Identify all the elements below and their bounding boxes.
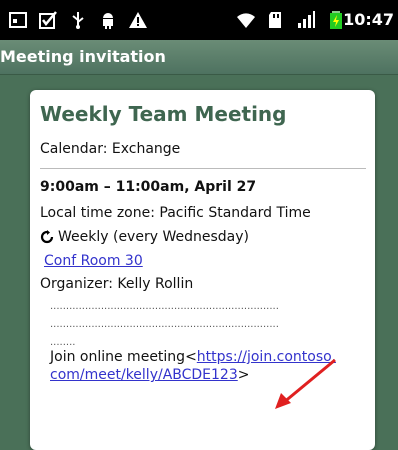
- meeting-title: Weekly Team Meeting: [40, 102, 287, 126]
- separator-dots: ........: [50, 337, 76, 348]
- warning-icon: [129, 12, 147, 28]
- meeting-time: 9:00am – 11:00am, April 27: [40, 179, 257, 195]
- usb-icon: [72, 12, 84, 29]
- status-bar: 10:47: [0, 0, 398, 40]
- checkbox-icon: [39, 11, 57, 29]
- join-meeting-suffix: >: [237, 367, 250, 383]
- screen-title: Meeting invitation: [0, 47, 166, 66]
- notification-icon: [9, 12, 27, 28]
- recurrence-line: Weekly (every Wednesday): [40, 229, 249, 245]
- organizer-line: Organizer: Kelly Rollin: [40, 276, 194, 292]
- recurrence-text: Weekly (every Wednesday): [58, 229, 249, 245]
- timezone-line: Local time zone: Pacific Standard Time: [40, 205, 311, 221]
- wifi-icon: [237, 13, 255, 28]
- clock-time: 10:47: [343, 10, 394, 29]
- separator-dots: ........................................…: [50, 319, 279, 330]
- divider: [40, 168, 366, 169]
- sd-card-icon: [269, 12, 281, 28]
- signal-icon: [298, 11, 315, 28]
- recurrence-icon: [40, 230, 54, 244]
- title-bar: Meeting invitation: [0, 40, 398, 75]
- join-meeting-label: Join online meeting<: [50, 349, 197, 365]
- calendar-line: Calendar: Exchange: [40, 141, 181, 157]
- separator-dots: ........................................…: [50, 301, 279, 312]
- android-icon: [103, 13, 113, 29]
- annotation-arrow: [275, 358, 336, 409]
- room-link[interactable]: Conf Room 30: [44, 253, 143, 269]
- join-meeting-link-continued[interactable]: com/meet/kelly/ABCDE123: [50, 367, 238, 383]
